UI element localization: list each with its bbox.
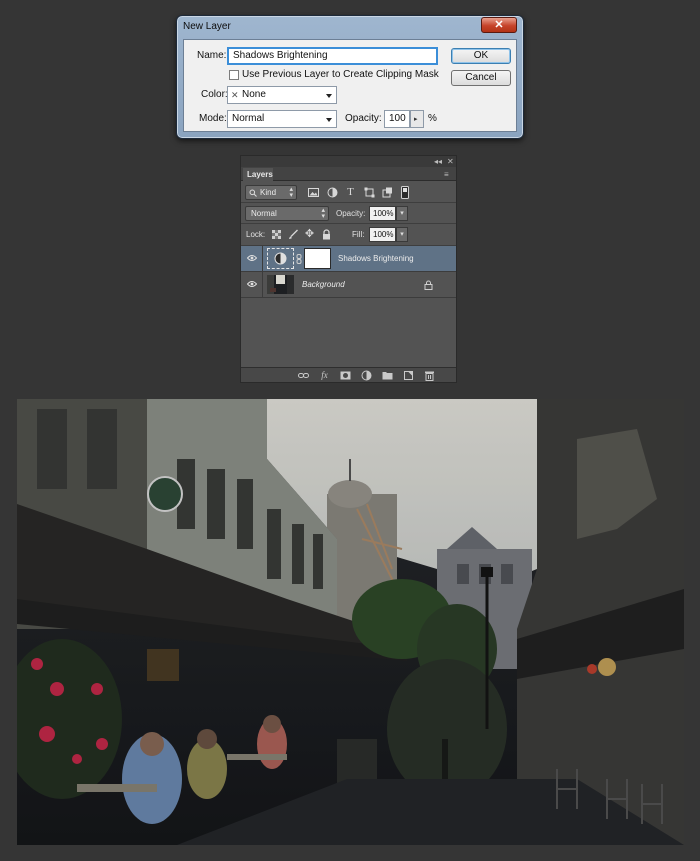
new-adjustment-icon[interactable] [361, 370, 372, 381]
filter-kind-select[interactable]: Kind ▴ ▾ [245, 185, 297, 200]
lock-transparent-icon[interactable] [271, 229, 282, 240]
fx-icon[interactable]: fx [319, 370, 330, 381]
dialog-body: Name: Shadows Brightening Use Previous L… [183, 39, 517, 132]
layer-opacity-input[interactable]: 100% [369, 206, 396, 221]
lock-image-icon[interactable] [288, 229, 299, 240]
updown-icon: ▴ ▾ [321, 207, 325, 220]
eye-icon [247, 281, 257, 287]
opacity-label: Opacity: [345, 113, 382, 124]
x-swatch-icon: ✕ [231, 90, 239, 100]
dialog-titlebar[interactable]: New Layer ✕ [177, 16, 523, 38]
lock-all-icon[interactable] [321, 229, 332, 240]
adjustment-thumbnail[interactable] [267, 248, 294, 269]
collapse-icon[interactable]: ◂◂ [434, 157, 442, 166]
layer-row-shadows-brightening[interactable]: Shadows Brightening [241, 246, 456, 272]
street-photo [17, 399, 684, 845]
adjustment-filter-icon[interactable] [327, 187, 338, 198]
blend-mode-select[interactable]: Normal ▴ ▾ [245, 206, 329, 221]
mode-label: Mode: [199, 113, 227, 124]
filter-row: Kind ▴ ▾ T [241, 182, 456, 203]
layer-opacity-label: Opacity: [336, 209, 366, 218]
close-icon[interactable]: ✕ [447, 157, 454, 166]
chevron-right-icon: ▸ [414, 116, 418, 123]
adjustment-layer-icon [274, 252, 287, 265]
filter-kind-value: Kind [260, 188, 277, 197]
clipping-mask-label: Use Previous Layer to Create Clipping Ma… [242, 69, 439, 80]
blend-mode-value: Normal [251, 209, 277, 218]
type-filter-icon[interactable]: T [345, 187, 356, 198]
search-icon [249, 189, 257, 197]
lock-label: Lock: [246, 230, 266, 239]
updown-icon: ▴ ▾ [289, 186, 293, 199]
lock-icon [424, 280, 433, 290]
ok-button[interactable]: OK [451, 48, 511, 64]
layer-opacity-dropdown[interactable]: ▾ [396, 206, 408, 221]
opacity-unit: % [428, 113, 437, 124]
visibility-toggle[interactable] [241, 272, 263, 298]
panel-menu-icon[interactable]: ≡ [444, 170, 449, 179]
street-scene-image [17, 399, 684, 845]
background-thumbnail[interactable] [267, 275, 294, 294]
filter-toggle-icon[interactable] [401, 186, 409, 199]
panel-bottombar: fx [241, 367, 456, 382]
eye-icon [247, 255, 257, 261]
smart-object-filter-icon[interactable] [382, 187, 393, 198]
layers-panel: ◂◂ ✕ Layers ≡ Kind ▴ ▾ T Normal ▴ ▾ Opac… [240, 155, 457, 383]
layer-row-background[interactable]: Background [241, 272, 456, 298]
color-select[interactable]: ✕ None [227, 86, 337, 104]
new-layer-icon[interactable] [403, 370, 414, 381]
cancel-button[interactable]: Cancel [451, 70, 511, 86]
chevron-down-icon [326, 118, 332, 122]
layer-name[interactable]: Shadows Brightening [338, 246, 414, 272]
color-select-value: None [242, 89, 266, 100]
name-input[interactable]: Shadows Brightening [227, 47, 438, 65]
fill-input[interactable]: 100% [369, 227, 396, 242]
shape-filter-icon[interactable] [364, 187, 375, 198]
blend-row: Normal ▴ ▾ Opacity: 100% ▾ [241, 203, 456, 224]
color-label: Color: [201, 89, 228, 100]
add-mask-icon[interactable] [340, 370, 351, 381]
chevron-down-icon [326, 94, 332, 98]
mask-thumbnail[interactable] [304, 248, 331, 269]
clipping-mask-checkbox[interactable] [229, 70, 239, 80]
dialog-title: New Layer [183, 21, 231, 32]
dialog-close-button[interactable]: ✕ [481, 17, 517, 33]
mode-select[interactable]: Normal [227, 110, 337, 128]
panel-topbar[interactable]: ◂◂ ✕ [241, 156, 456, 167]
name-label: Name: [197, 50, 227, 61]
link-layers-icon[interactable] [298, 370, 309, 381]
mode-select-value: Normal [232, 113, 265, 124]
tab-layers[interactable]: Layers [243, 168, 273, 181]
fill-dropdown[interactable]: ▾ [396, 227, 408, 242]
image-filter-icon[interactable] [308, 187, 319, 198]
fill-label: Fill: [352, 230, 365, 239]
mask-link-icon[interactable] [296, 254, 302, 264]
opacity-input[interactable]: 100 [384, 110, 410, 128]
visibility-toggle[interactable] [241, 246, 263, 272]
opacity-stepper-button[interactable]: ▸ [410, 110, 424, 128]
lock-row: Lock: ✥ Fill: 100% ▾ [241, 224, 456, 246]
new-layer-dialog: New Layer ✕ Name: Shadows Brightening Us… [176, 15, 524, 139]
panel-tabrow: Layers ≡ [241, 167, 456, 181]
layer-name[interactable]: Background [302, 272, 345, 298]
new-group-icon[interactable] [382, 370, 393, 381]
delete-layer-icon[interactable] [424, 370, 435, 381]
lock-position-icon[interactable]: ✥ [304, 229, 315, 240]
